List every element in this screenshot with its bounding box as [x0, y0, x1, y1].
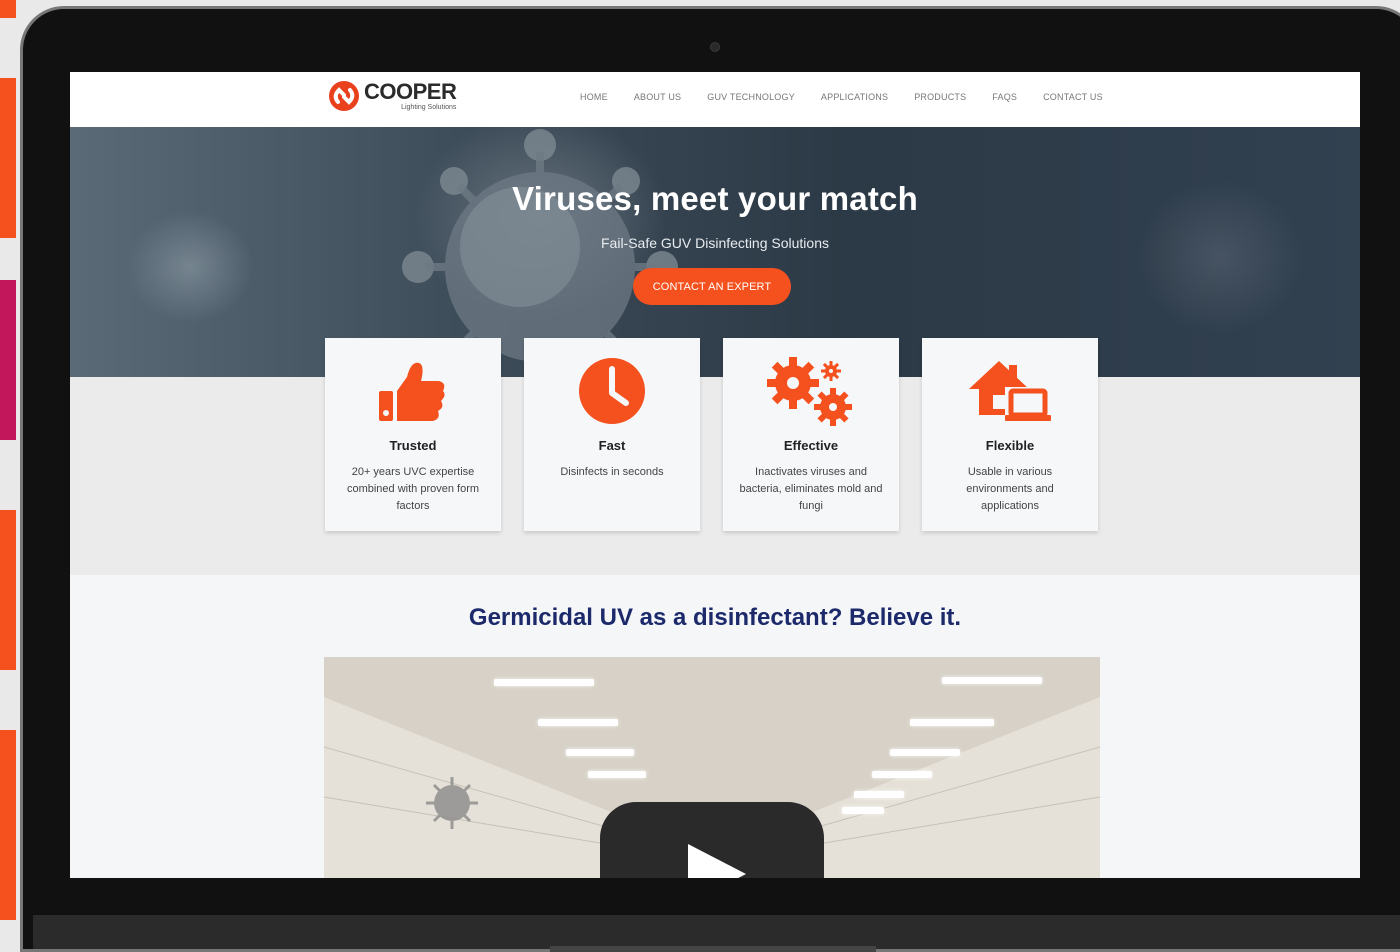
- ceiling-light: [588, 771, 646, 778]
- contact-expert-button[interactable]: CONTACT AN EXPERT: [633, 268, 791, 305]
- hero-title: Viruses, meet your match: [512, 180, 918, 217]
- top-navbar: COOPER Lighting Solutions HOME ABOUT US …: [70, 72, 1360, 127]
- ceiling-light: [854, 791, 904, 798]
- section-heading: Germicidal UV as a disinfectant? Believe…: [468, 604, 962, 631]
- accent-strip: [0, 510, 16, 670]
- ceiling-light: [494, 679, 594, 686]
- cooper-logo-icon: [329, 81, 359, 111]
- feature-description: Disinfects in seconds: [560, 466, 664, 478]
- feature-card-trusted: Trusted 20+ years UVC expertise combined…: [325, 338, 501, 531]
- website-screen: COOPER Lighting Solutions HOME ABOUT US …: [70, 72, 1360, 878]
- accent-strip: [0, 730, 16, 920]
- feature-description: Usable in various environments and appli…: [966, 466, 1054, 512]
- feature-description: Inactivates viruses and bacteria, elimin…: [739, 466, 883, 512]
- feature-title: Fast: [598, 438, 626, 453]
- feature-card-effective: Effective Inactivates viruses and bacter…: [723, 338, 899, 531]
- feature-cards: Trusted 20+ years UVC expertise combined…: [325, 338, 1121, 531]
- feature-title: Flexible: [985, 438, 1035, 453]
- feature-title: Effective: [783, 438, 839, 453]
- nav-item-contact-us[interactable]: CONTACT US: [1043, 92, 1103, 102]
- nav-item-products[interactable]: PRODUCTS: [914, 92, 966, 102]
- feature-card-flexible: Flexible Usable in various environments …: [922, 338, 1098, 531]
- ceiling-light: [890, 749, 960, 756]
- play-button[interactable]: [600, 802, 824, 878]
- ceiling-light: [872, 771, 932, 778]
- clock-icon: [524, 355, 700, 427]
- ceiling-light: [566, 749, 634, 756]
- laptop-stand: [550, 946, 876, 952]
- thumbs-up-icon: [325, 355, 501, 427]
- home-laptop-icon: [922, 355, 1098, 427]
- laptop-bezel: [33, 915, 1400, 949]
- accent-strip: [0, 280, 16, 440]
- ceiling-light: [910, 719, 994, 726]
- nav-item-applications[interactable]: APPLICATIONS: [821, 92, 888, 102]
- accent-strip: [0, 0, 16, 18]
- feature-title: Trusted: [389, 438, 437, 453]
- play-icon: [688, 844, 746, 878]
- ceiling-light: [538, 719, 618, 726]
- webcam-icon: [710, 42, 720, 52]
- accent-strip: [0, 78, 16, 238]
- video-player[interactable]: [324, 657, 1100, 878]
- hero-subtitle: Fail-Safe GUV Disinfecting Solutions: [601, 235, 829, 251]
- gears-icon: [723, 355, 899, 427]
- nav-item-faqs[interactable]: FAQS: [992, 92, 1017, 102]
- ceiling-light: [842, 807, 884, 814]
- feature-card-fast: Fast Disinfects in seconds: [524, 338, 700, 531]
- feature-description: 20+ years UVC expertise combined with pr…: [346, 466, 480, 512]
- ceiling-light: [942, 677, 1042, 684]
- nav-item-guv-technology[interactable]: GUV TECHNOLOGY: [707, 92, 795, 102]
